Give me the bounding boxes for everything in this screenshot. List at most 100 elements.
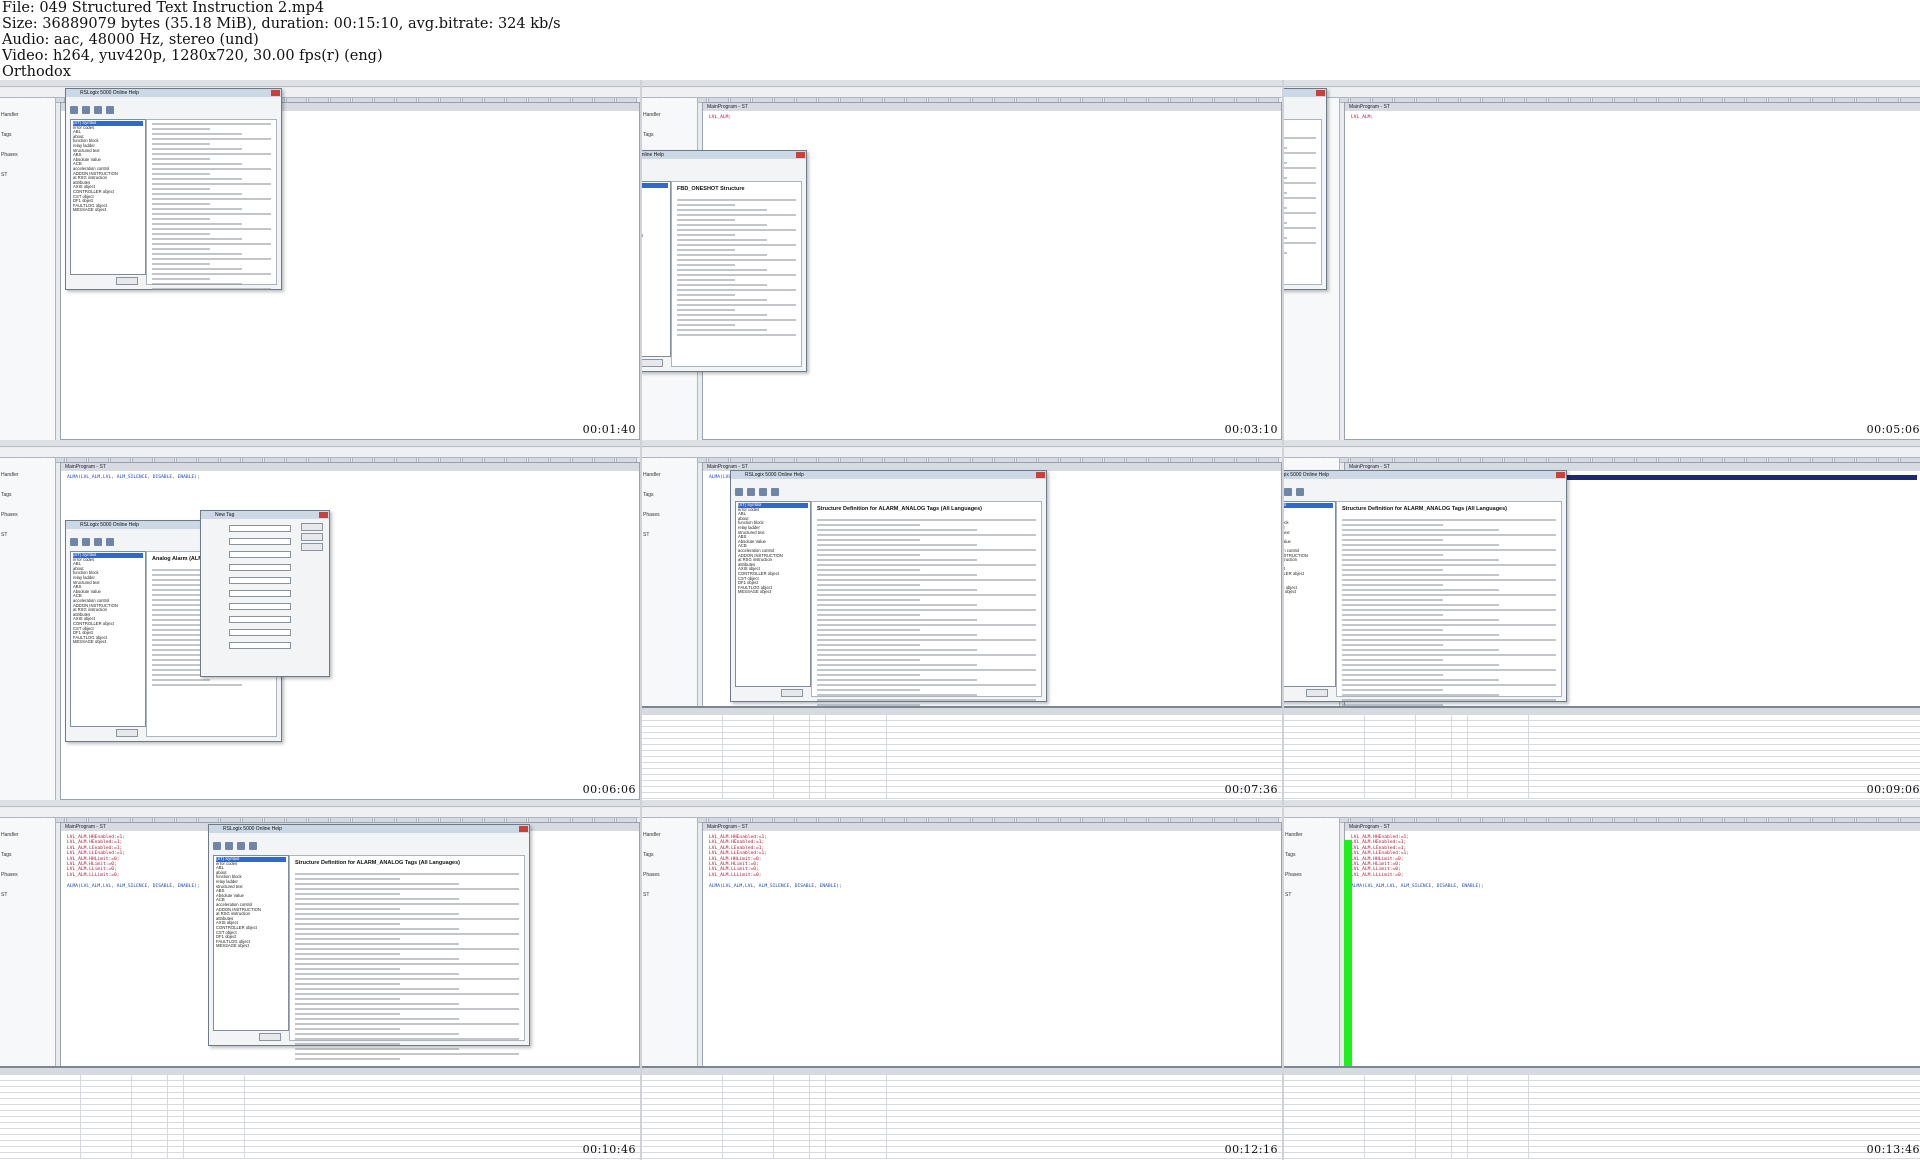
close-button[interactable] bbox=[319, 512, 328, 518]
organizer-item[interactable]: Handler bbox=[643, 832, 697, 838]
help-index-item[interactable]: MESSAGE object bbox=[73, 640, 143, 645]
tag-field[interactable] bbox=[229, 629, 291, 636]
organizer-item[interactable]: ST bbox=[1, 172, 55, 178]
close-button[interactable] bbox=[519, 826, 528, 832]
options-icon[interactable] bbox=[771, 488, 779, 496]
close-button[interactable] bbox=[1556, 472, 1565, 478]
help-index-list[interactable]: (ST) Symbolerror codesABLaboutfunction b… bbox=[213, 855, 289, 1031]
organizer-item[interactable]: Phases bbox=[643, 872, 697, 878]
tag-field[interactable] bbox=[229, 590, 291, 597]
organizer-item[interactable]: Handler bbox=[1, 832, 55, 838]
organizer-item[interactable]: Tags bbox=[643, 852, 697, 858]
watch-cell bbox=[774, 1117, 810, 1122]
options-icon[interactable] bbox=[249, 842, 257, 850]
help-index-list[interactable]: (ST) Symbolerror codesABLaboutfunction b… bbox=[735, 501, 811, 687]
video-thumbnail[interactable]: HandlerTagsPhasesSTMainProgram - STLVL_A… bbox=[642, 80, 1282, 440]
organizer-item[interactable]: ST bbox=[1285, 892, 1339, 898]
cancel-button[interactable] bbox=[301, 533, 323, 541]
close-button[interactable] bbox=[1316, 90, 1325, 96]
hide-icon[interactable] bbox=[735, 488, 743, 496]
organizer-item[interactable]: Phases bbox=[1, 872, 55, 878]
organizer-item[interactable]: Tags bbox=[1, 492, 55, 498]
close-button[interactable] bbox=[1036, 472, 1045, 478]
video-thumbnail[interactable]: HandlerTagsPhasesSTMainProgram - STLVL_A… bbox=[1284, 800, 1920, 1160]
back-icon[interactable] bbox=[747, 488, 755, 496]
print-icon[interactable] bbox=[1284, 488, 1292, 496]
print-icon[interactable] bbox=[94, 106, 102, 114]
display-button[interactable] bbox=[1306, 689, 1328, 697]
options-icon[interactable] bbox=[106, 538, 114, 546]
tag-field[interactable] bbox=[229, 538, 291, 545]
organizer-item[interactable]: Handler bbox=[643, 112, 697, 118]
organizer-item[interactable]: Handler bbox=[1, 472, 55, 478]
back-icon[interactable] bbox=[82, 538, 90, 546]
organizer-item[interactable]: ST bbox=[1, 892, 55, 898]
help-index-item[interactable]: MESSAGE object bbox=[642, 270, 668, 275]
organizer-item[interactable]: Tags bbox=[1, 132, 55, 138]
organizer-item[interactable]: ST bbox=[643, 532, 697, 538]
help-index-list[interactable]: (ST) Symbolerror codesABLaboutfunction b… bbox=[1284, 501, 1336, 687]
help-index-list[interactable]: (ST) Symbolerror codesABLaboutfunction b… bbox=[70, 119, 146, 275]
help-dialog-title: RSLogix 5000 Online Help bbox=[209, 825, 529, 833]
code-area[interactable]: LVL_ALM; bbox=[703, 111, 1281, 124]
code-line: ALMA(LVL_ALM,LVL, ALM_SILENCE, DISABLE, … bbox=[709, 883, 842, 889]
code-area[interactable]: ALMA(LVL_ALM,LVL, ALM_SILENCE, DISABLE, … bbox=[61, 471, 639, 484]
back-icon[interactable] bbox=[225, 842, 233, 850]
hide-icon[interactable] bbox=[70, 538, 78, 546]
options-icon[interactable] bbox=[1296, 488, 1304, 496]
hide-icon[interactable] bbox=[213, 842, 221, 850]
help-index-item[interactable]: MESSAGE object bbox=[1284, 590, 1333, 595]
video-thumbnail[interactable]: HandlerTagsPhasesSTMainProgram - STALMA(… bbox=[642, 440, 1282, 800]
help-index-list[interactable]: (ST) Symbolerror codesABLaboutfunction b… bbox=[642, 181, 671, 357]
organizer-item[interactable]: Phases bbox=[1, 512, 55, 518]
options-icon[interactable] bbox=[106, 106, 114, 114]
tag-field[interactable] bbox=[229, 551, 291, 558]
code-area[interactable]: LVL_ALM; bbox=[1345, 111, 1920, 124]
print-icon[interactable] bbox=[237, 842, 245, 850]
organizer-item[interactable]: Phases bbox=[1, 152, 55, 158]
back-icon[interactable] bbox=[82, 106, 90, 114]
video-thumbnail[interactable]: HandlerTagsPhasesSTMainProgram - STLVL_A… bbox=[1284, 440, 1920, 800]
help-button[interactable] bbox=[301, 543, 323, 551]
organizer-item[interactable]: Handler bbox=[1285, 832, 1339, 838]
help-index-item[interactable]: MESSAGE object bbox=[738, 590, 808, 595]
organizer-item[interactable]: Tags bbox=[643, 132, 697, 138]
display-button[interactable] bbox=[116, 729, 138, 737]
video-thumbnail[interactable]: HandlerTagsPhasesSTMainProgram - STLVL_A… bbox=[642, 800, 1282, 1160]
help-index-item[interactable]: MESSAGE object bbox=[216, 944, 286, 949]
organizer-item[interactable]: Handler bbox=[1, 112, 55, 118]
display-button[interactable] bbox=[116, 277, 138, 285]
tag-field[interactable] bbox=[229, 564, 291, 571]
close-button[interactable] bbox=[271, 90, 280, 96]
video-thumbnail[interactable]: HandlerTagsPhasesSTMainProgram - STLVL_A… bbox=[0, 800, 640, 1160]
organizer-item[interactable]: Tags bbox=[1, 852, 55, 858]
tag-field[interactable] bbox=[229, 642, 291, 649]
close-button[interactable] bbox=[796, 152, 805, 158]
print-icon[interactable] bbox=[759, 488, 767, 496]
video-thumbnail[interactable]: HandlerTagsPhasesSTMainProgram - STALMA(… bbox=[0, 440, 640, 800]
organizer-item[interactable]: Phases bbox=[1285, 872, 1339, 878]
hide-icon[interactable] bbox=[70, 106, 78, 114]
organizer-item[interactable]: ST bbox=[643, 892, 697, 898]
organizer-item[interactable]: Tags bbox=[1285, 852, 1339, 858]
display-button[interactable] bbox=[259, 1033, 281, 1041]
organizer-item[interactable]: Tags bbox=[643, 492, 697, 498]
print-icon[interactable] bbox=[94, 538, 102, 546]
watch-cell bbox=[774, 787, 810, 792]
tag-field[interactable] bbox=[229, 603, 291, 610]
organizer-item[interactable]: ST bbox=[1, 532, 55, 538]
organizer-item[interactable]: Handler bbox=[643, 472, 697, 478]
tag-field[interactable] bbox=[229, 616, 291, 623]
ok-button[interactable] bbox=[301, 523, 323, 531]
video-thumbnail[interactable]: HandlerTagsPhasesSTMainProgram - STLVL_A… bbox=[1284, 80, 1920, 440]
help-index-item[interactable]: MESSAGE object bbox=[73, 208, 143, 213]
display-button[interactable] bbox=[642, 359, 663, 367]
display-button[interactable] bbox=[781, 689, 803, 697]
tag-field[interactable] bbox=[229, 577, 291, 584]
help-index-list[interactable]: (ST) Symbolerror codesABLaboutfunction b… bbox=[70, 551, 146, 727]
organizer-item[interactable]: Phases bbox=[643, 512, 697, 518]
tag-field[interactable] bbox=[229, 525, 291, 532]
code-area[interactable]: LVL_ALM.HHEnabled:=1; LVL_ALM.HEnabled:=1… bbox=[703, 831, 1281, 893]
video-thumbnail[interactable]: HandlerTagsPhasesSTMainProgram - STLVL_A… bbox=[0, 80, 640, 440]
code-area[interactable]: LVL_ALM.HHEnabled:=1; LVL_ALM.HEnabled:=1… bbox=[1345, 831, 1920, 893]
